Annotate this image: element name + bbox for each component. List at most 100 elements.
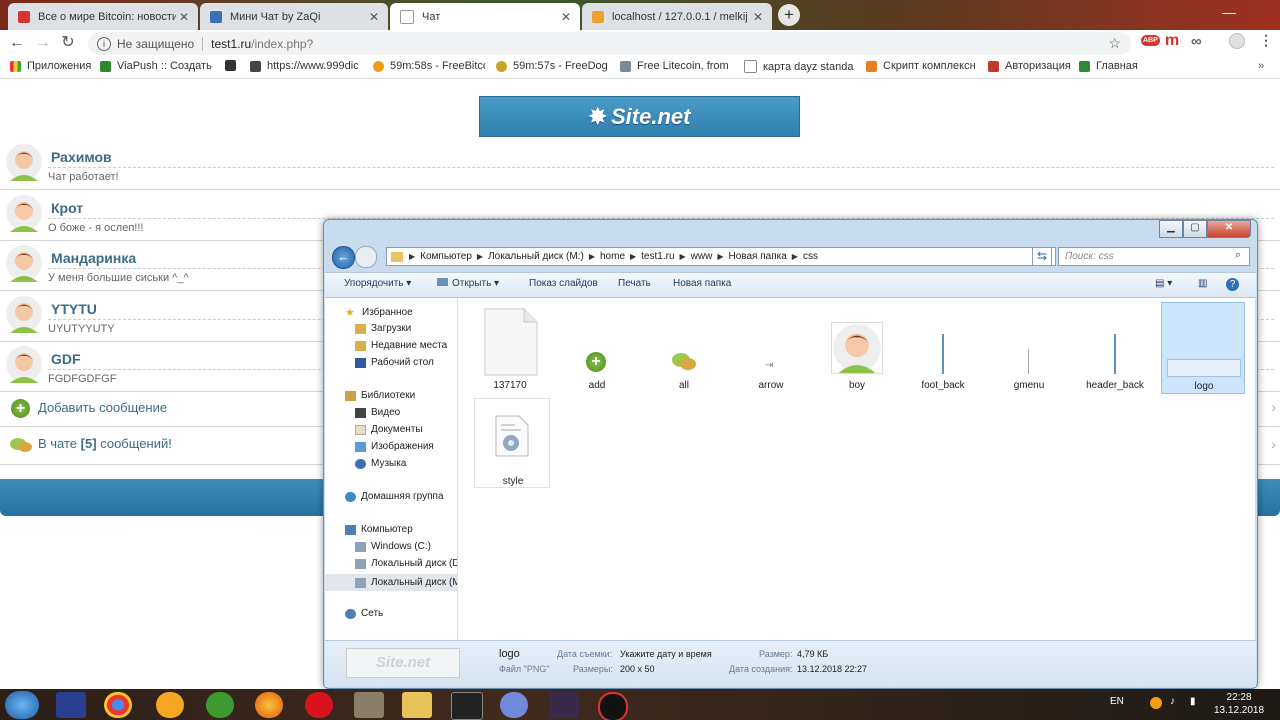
slideshow-button[interactable]: Показ слайдов [529,278,598,289]
floppy-icon[interactable] [56,692,86,718]
address-bar[interactable]: i Не защищено test1.ru /index.php? ☆ [88,32,1131,55]
explorer-icon[interactable] [402,692,432,718]
nav-images[interactable]: Изображения [355,441,434,452]
new-folder-button[interactable]: Новая папка [673,278,731,289]
notification-icon[interactable] [1150,697,1162,709]
start-button[interactable] [5,691,39,719]
back-button[interactable]: ← [332,246,355,269]
breadcrumb-item[interactable]: test1.ru [641,251,674,262]
nav-downloads[interactable]: Загрузки [355,323,411,334]
forward-button[interactable] [355,246,377,268]
recorder-icon[interactable] [598,692,628,720]
new-tab-button[interactable]: + [778,4,800,26]
nav-documents[interactable]: Документы [355,424,423,435]
file-item[interactable]: all [642,304,726,392]
minimize-icon[interactable]: — [1222,4,1236,20]
nav-libraries[interactable]: Библиотеки [345,390,415,401]
adblock-icon[interactable]: ABP [1141,35,1160,46]
profile-avatar[interactable] [1229,33,1245,49]
file-item[interactable]: style [474,398,550,488]
nav-drive-c[interactable]: Windows (C:) [355,541,431,552]
nav-music[interactable]: Музыка [355,458,406,469]
tab-chat[interactable]: Чат ✕ [390,3,580,30]
divider [202,36,204,51]
avast-icon[interactable] [156,692,184,718]
bookmark-home[interactable]: Главная [1079,60,1149,72]
print-button[interactable]: Печать [618,278,651,289]
nav-video[interactable]: Видео [355,407,400,418]
forward-icon[interactable]: → [33,33,53,53]
close-icon[interactable]: ✕ [366,10,382,24]
extension-infinity-icon[interactable]: ∞ [1191,33,1202,50]
close-icon[interactable]: ✕ [750,10,766,24]
view-options-icon[interactable]: ▤ ▾ [1155,278,1172,289]
nav-computer[interactable]: Компьютер [345,524,413,535]
speaker-icon[interactable]: ♪ [1170,696,1175,707]
breadcrumb-item[interactable]: css [803,251,818,262]
breadcrumb-item[interactable]: Локальный диск (M:) [488,251,584,262]
file-item[interactable]: boy [815,304,899,392]
nav-drive-d[interactable]: Локальный диск (D [355,558,457,569]
bookmark-dayz-map[interactable]: карта dayz standalo [744,60,854,73]
bookmark-freedoge[interactable]: 59m:57s - FreeDoge. [496,60,608,72]
tab-phpmyadmin[interactable]: localhost / 127.0.0.1 / melkij | ph ✕ [582,3,772,30]
refresh-icon[interactable]: ⇆ [1032,247,1052,266]
chrome-icon[interactable] [104,692,132,718]
clock[interactable]: 22:28 13.12.2018 [1214,691,1264,717]
detail-value[interactable]: Укажите дату и время [620,649,712,659]
tab-mini-chat[interactable]: Мини Чат by ZaQi ✕ [200,3,388,30]
nav-recent[interactable]: Недавние места [355,340,447,351]
help-icon[interactable]: ? [1226,278,1239,291]
maximize-button[interactable]: ▢ [1183,220,1207,238]
game-icon[interactable] [549,692,579,718]
tab-bitcoin[interactable]: Все о мире Bitcoin: новости, со ✕ [8,3,198,30]
extension-m-icon[interactable]: m [1165,32,1179,50]
bookmarks-more-icon[interactable]: » [1258,60,1264,72]
bookmark-star-icon[interactable]: ☆ [1108,35,1121,52]
nav-favorites[interactable]: ★ Избранное [345,306,413,320]
info-icon[interactable]: i [97,36,111,51]
paint-icon[interactable] [354,692,384,718]
opera-icon[interactable] [305,692,333,718]
file-item[interactable]: header_back [1073,304,1157,392]
minimize-button[interactable]: ▁ [1159,220,1183,238]
bookmark-icon-only[interactable] [225,60,240,71]
nav-drive-m[interactable]: Локальный диск (M [325,574,457,591]
reload-icon[interactable]: ↻ [58,33,78,53]
breadcrumb-item[interactable]: home [600,251,625,262]
nav-homegroup[interactable]: Домашняя группа [345,491,444,502]
breadcrumb-item[interactable]: Компьютер [420,251,472,262]
bookmark-freebitco[interactable]: 59m:58s - FreeBitco. [373,60,485,72]
file-item[interactable]: + add [555,304,639,392]
breadcrumb[interactable]: ▶ Компьютер ▶ Локальный диск (M:) ▶ home ▶ … [386,247,1056,266]
tool-icon[interactable] [451,692,483,720]
nav-network[interactable]: Сеть [345,608,383,619]
menu-icon[interactable]: ⋮ [1259,32,1273,49]
preview-pane-icon[interactable]: ▥ [1198,278,1207,289]
close-icon[interactable]: ✕ [558,10,574,24]
organize-button[interactable]: Упорядочить ▾ [344,278,411,289]
network-tray-icon[interactable]: ▮ [1190,696,1196,707]
utorrent-icon[interactable] [206,692,234,718]
language-indicator[interactable]: EN [1110,696,1124,707]
bookmark-script[interactable]: Скрипт комплексно [866,60,976,72]
discord-icon[interactable] [500,692,528,718]
file-item[interactable]: ⇥ arrow [729,304,813,392]
nav-desktop[interactable]: Рабочий стол [355,357,434,368]
file-item[interactable]: gmenu [987,304,1071,392]
search-input[interactable]: Поиск: css [1058,247,1250,266]
open-button[interactable]: Открыть ▾ [437,278,499,289]
breadcrumb-item[interactable]: Новая папка [729,251,787,262]
file-item[interactable]: 137170 [468,304,552,392]
file-item-selected[interactable]: logo [1161,302,1245,394]
back-icon[interactable]: ← [7,33,27,53]
close-button[interactable]: ✕ [1207,220,1251,238]
bookmark-viapush[interactable]: ViaPush :: Создать р [100,60,215,72]
close-icon[interactable]: ✕ [176,10,192,24]
file-item[interactable]: foot_back [901,304,985,392]
breadcrumb-item[interactable]: www [691,251,713,262]
bookmark-free-litecoin[interactable]: Free Litecoin, from C [620,60,732,72]
bookmark-login[interactable]: Авторизация [988,60,1078,72]
firefox-icon[interactable] [255,692,283,718]
bookmark-999dice[interactable]: https://www.999dice [250,60,358,72]
